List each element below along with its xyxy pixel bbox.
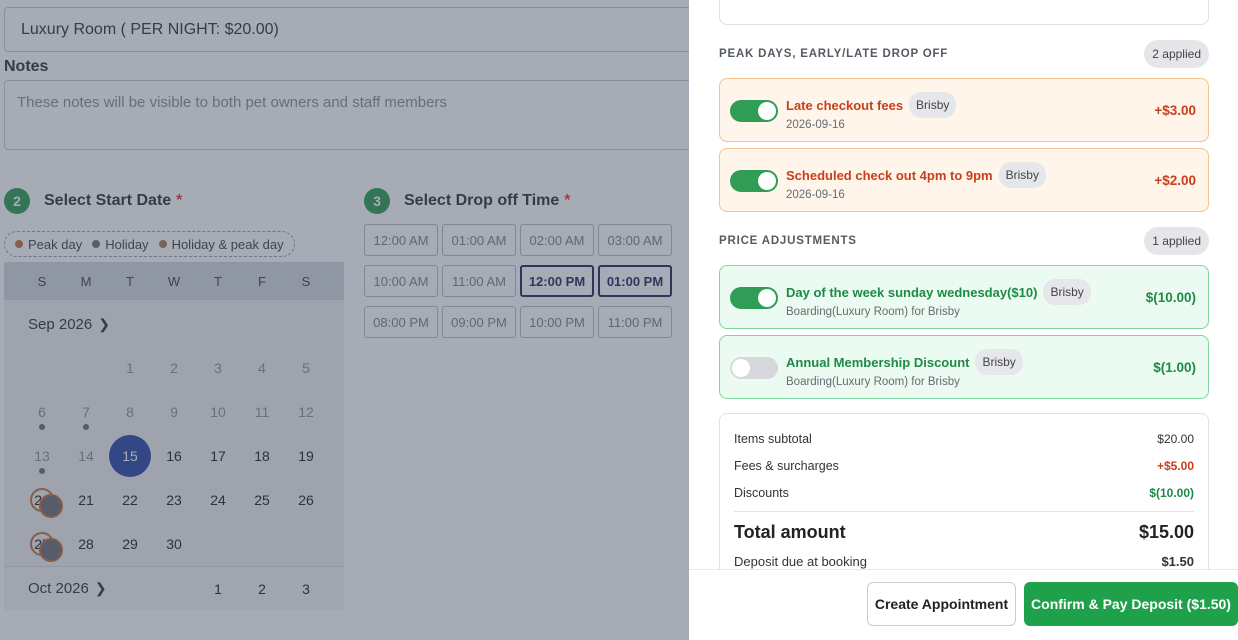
fee-toggle[interactable] — [730, 170, 778, 192]
fee-label: Scheduled check out 4pm to 9pm — [786, 167, 993, 183]
total-value: $15.00 — [1138, 522, 1194, 542]
pricing-drawer: PEAK DAYS, EARLY/LATE DROP OFF 2 applied… — [689, 0, 1238, 640]
deposit-label: Deposit due at booking — [734, 554, 867, 569]
adjustment-scope: Boarding(Luxury Room) for Brisby — [786, 306, 960, 318]
adjustment-amount: $(10.00) — [1145, 290, 1196, 305]
section-title: PEAK DAYS, EARLY/LATE DROP OFF — [719, 48, 949, 60]
toggle-knob — [732, 359, 750, 377]
deposit-value: $1.50 — [1161, 554, 1194, 569]
fee-card-scheduled-checkout: Scheduled check out 4pm to 9pm Brisby 202… — [719, 148, 1209, 212]
deposit-row: Deposit due at booking $1.50 — [734, 554, 1194, 569]
adjustment-scope: Boarding(Luxury Room) for Brisby — [786, 376, 960, 388]
adjustments-section-header: PRICE ADJUSTMENTS 1 applied — [719, 226, 1209, 256]
items-subtotal-row: Items subtotal $20.00 — [734, 432, 1194, 446]
pet-tag: Brisby — [1043, 279, 1091, 305]
modal-backdrop[interactable] — [0, 0, 689, 640]
fee-amount: +$2.00 — [1154, 173, 1196, 188]
summary-value: +$5.00 — [1156, 459, 1194, 473]
adjustment-card-membership: Annual Membership Discount Brisby Boardin… — [719, 335, 1209, 399]
adjustment-label: Annual Membership Discount — [786, 354, 970, 370]
price-summary: Items subtotal $20.00 Fees & surcharges … — [719, 413, 1209, 583]
fee-date: 2026-09-16 — [786, 189, 845, 201]
fee-card-late-checkout: Late checkout fees Brisby 2026-09-16 +$3.… — [719, 78, 1209, 142]
pet-tag: Brisby — [975, 349, 1023, 375]
discounts-row: Discounts $(10.00) — [734, 486, 1194, 500]
adjustment-name: Annual Membership Discount Brisby — [786, 349, 1023, 375]
adjustment-card-day-of-week: Day of the week sunday wednesday($10) Bri… — [719, 265, 1209, 329]
applied-count-badge: 2 applied — [1144, 40, 1209, 68]
adjustment-toggle[interactable] — [730, 287, 778, 309]
section-title: PRICE ADJUSTMENTS — [719, 235, 857, 247]
pet-tag: Brisby — [998, 162, 1046, 188]
summary-divider — [734, 511, 1194, 512]
pet-tag: Brisby — [909, 92, 957, 118]
confirm-pay-deposit-button[interactable]: Confirm & Pay Deposit ($1.50) — [1024, 582, 1238, 626]
toggle-knob — [758, 102, 776, 120]
adjustment-label: Day of the week sunday wednesday($10) — [786, 284, 1038, 300]
summary-label: Fees & surcharges — [734, 459, 839, 473]
fees-row: Fees & surcharges +$5.00 — [734, 459, 1194, 473]
fee-toggle[interactable] — [730, 100, 778, 122]
summary-value: $20.00 — [1157, 432, 1194, 446]
peak-section-header: PEAK DAYS, EARLY/LATE DROP OFF 2 applied — [719, 39, 1209, 69]
toggle-knob — [758, 172, 776, 190]
total-label: Total amount — [734, 522, 846, 542]
summary-value: $(10.00) — [1149, 486, 1194, 500]
summary-label: Discounts — [734, 486, 789, 500]
adjustment-name: Day of the week sunday wednesday($10) Bri… — [786, 279, 1091, 305]
fee-date: 2026-09-16 — [786, 119, 845, 131]
fee-amount: +$3.00 — [1154, 103, 1196, 118]
fee-name: Scheduled check out 4pm to 9pm Brisby — [786, 162, 1046, 188]
fee-label: Late checkout fees — [786, 97, 904, 113]
fee-name: Late checkout fees Brisby — [786, 92, 957, 118]
drawer-footer: Create Appointment Confirm & Pay Deposit… — [689, 569, 1238, 640]
toggle-knob — [758, 289, 776, 307]
total-row: Total amount $15.00 — [734, 522, 1194, 543]
adjustment-toggle[interactable] — [730, 357, 778, 379]
create-appointment-button[interactable]: Create Appointment — [867, 582, 1016, 626]
applied-count-badge: 1 applied — [1144, 227, 1209, 255]
adjustment-amount: $(1.00) — [1153, 360, 1196, 375]
summary-label: Items subtotal — [734, 432, 812, 446]
previous-card — [719, 0, 1209, 25]
